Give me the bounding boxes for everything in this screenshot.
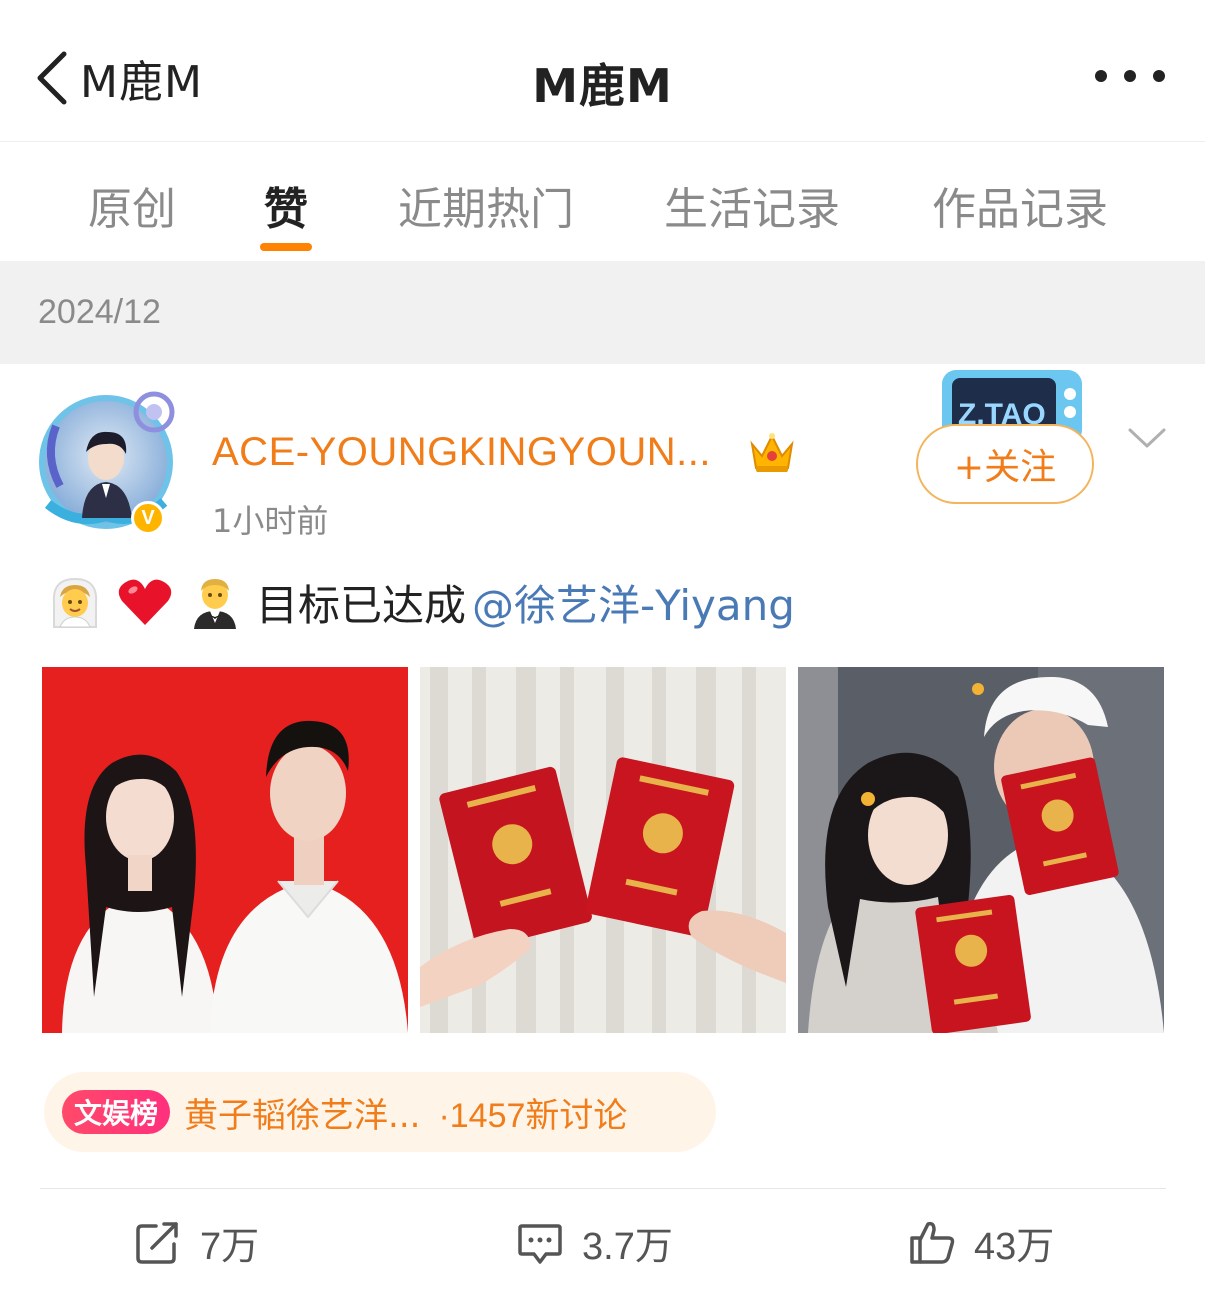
- mention-link[interactable]: @徐艺洋-Yiyang: [472, 572, 795, 633]
- date-label: 2024/12: [38, 293, 161, 331]
- topic-badge: 文娱榜: [62, 1090, 171, 1134]
- tab-life-record[interactable]: 生活记录: [664, 173, 840, 237]
- active-tab-indicator: [260, 243, 312, 251]
- repost-icon: [136, 1222, 178, 1264]
- post-image-1[interactable]: [42, 667, 408, 1033]
- tab-bar: 原创 赞 近期热门 生活记录 作品记录: [0, 143, 1205, 261]
- groom-icon: [194, 579, 236, 629]
- date-section-header: 2024/12: [0, 261, 1205, 364]
- repost-count: 7万: [200, 1225, 260, 1268]
- crown-icon: [750, 433, 794, 472]
- author-name[interactable]: ACE-YOUNGKINGYOUN...: [212, 430, 711, 475]
- like-count: 43万: [974, 1225, 1055, 1268]
- comment-count: 3.7万: [582, 1225, 673, 1268]
- trending-topic-pill[interactable]: 文娱榜 黄子韬徐艺洋... ·1457新讨论: [44, 1072, 716, 1152]
- page-title: M鹿M: [532, 59, 673, 113]
- comment-button[interactable]: 3.7万: [516, 1216, 673, 1268]
- more-dots-icon[interactable]: [1095, 62, 1165, 90]
- red-heart-icon: [118, 579, 172, 625]
- post-body-text: 目标已达成: [256, 580, 467, 630]
- post-text: 目标已达成 @徐艺洋-Yiyang: [46, 570, 795, 634]
- like-button[interactable]: 43万: [908, 1216, 1054, 1268]
- chevron-down-icon[interactable]: [1126, 424, 1168, 454]
- post-image-2[interactable]: [420, 667, 786, 1033]
- follow-button[interactable]: +关注: [916, 424, 1094, 504]
- thumbs-up-icon: [910, 1221, 955, 1264]
- topic-discussion-count: ·1457新讨论: [438, 1096, 628, 1135]
- topic-title: 黄子韬徐艺洋...: [184, 1095, 421, 1136]
- top-nav-bar: M鹿M M鹿M: [0, 0, 1205, 142]
- action-divider: [40, 1188, 1166, 1189]
- bride-icon: [52, 577, 98, 628]
- verified-badge-icon: V: [131, 501, 165, 535]
- post-timestamp: 1小时前: [212, 502, 329, 540]
- post-card: V ACE-YOUNGKINGYOUN... 1小时前 Z.TAO +关注 目标…: [0, 364, 1205, 1311]
- tab-works-record[interactable]: 作品记录: [932, 173, 1108, 237]
- tab-original[interactable]: 原创: [88, 173, 176, 237]
- post-image-3[interactable]: [798, 667, 1164, 1033]
- comment-icon: [518, 1224, 562, 1264]
- repost-button[interactable]: 7万: [134, 1216, 259, 1268]
- tab-likes[interactable]: 赞: [264, 173, 308, 237]
- tab-recent-hot[interactable]: 近期热门: [398, 173, 574, 237]
